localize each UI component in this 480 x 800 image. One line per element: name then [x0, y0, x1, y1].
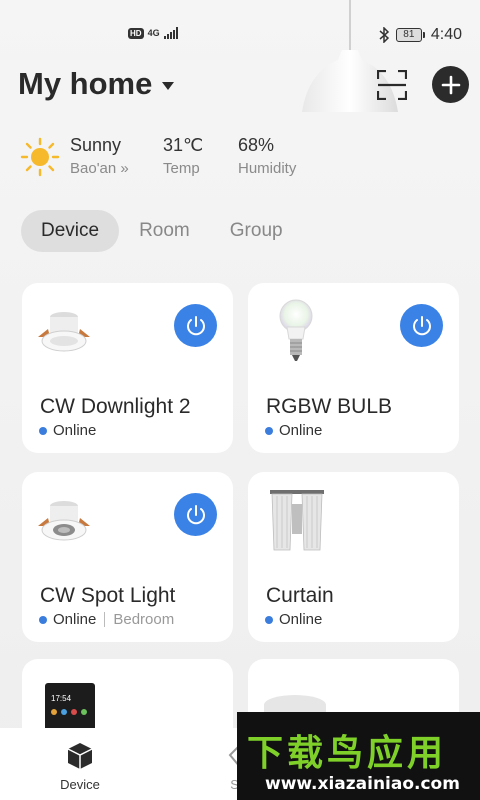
- power-button[interactable]: [174, 493, 217, 536]
- panel-time: 17:54: [51, 694, 72, 703]
- status-right: 81 4:40: [378, 26, 462, 44]
- device-card-cw-spot-light[interactable]: CW Spot Light Online Bedroom: [22, 472, 233, 642]
- device-status: Online Bedroom: [39, 611, 174, 628]
- tab-device[interactable]: Device: [21, 210, 120, 252]
- temperature-group: 31℃ Temp: [163, 135, 203, 177]
- status-bar: HD 4G 81 4:40: [0, 0, 480, 70]
- watermark-banner: 下载鸟应用 www.xiazainiao.com: [237, 712, 480, 800]
- nav-device-label: Device: [60, 777, 100, 792]
- device-name: Curtain: [266, 584, 334, 607]
- device-card-curtain[interactable]: Curtain Online: [248, 472, 459, 642]
- sun-icon: [20, 137, 60, 177]
- temperature-label: Temp: [163, 160, 200, 177]
- online-dot: [265, 615, 273, 624]
- online-dot: [265, 426, 273, 435]
- clock: 4:40: [430, 26, 462, 43]
- spotlight-icon: [38, 501, 90, 541]
- scan-icon[interactable]: [377, 70, 407, 100]
- device-status: Online: [39, 422, 96, 439]
- status-label: Online: [53, 611, 97, 628]
- device-name: RGBW BULB: [266, 395, 393, 418]
- humidity-group: 68% Humidity: [238, 135, 296, 177]
- room-label: Bedroom: [113, 611, 175, 628]
- curtain-icon: [270, 490, 324, 551]
- nav-device[interactable]: Device: [40, 742, 120, 792]
- temperature-value: 31℃: [163, 135, 204, 155]
- status-left: HD 4G: [128, 27, 178, 39]
- plus-icon: [441, 75, 460, 94]
- power-icon: [412, 315, 431, 335]
- humidity-label: Humidity: [238, 160, 297, 177]
- online-dot: [39, 615, 47, 624]
- status-label: Online: [53, 422, 97, 439]
- network-label: 4G: [147, 27, 160, 38]
- weather-condition: Sunny: [70, 135, 122, 155]
- status-label: Online: [279, 422, 323, 439]
- device-name: CW Spot Light: [40, 584, 176, 607]
- device-name: CW Downlight 2: [40, 395, 191, 418]
- device-status: Online: [265, 611, 322, 628]
- bluetooth-icon: [379, 27, 389, 43]
- humidity-value: 68%: [238, 135, 275, 155]
- caret-down-icon: [162, 81, 175, 90]
- view-tabs: Device Room Group: [21, 210, 303, 252]
- device-card-cw-downlight[interactable]: CW Downlight 2 Online: [22, 283, 233, 453]
- divider: [104, 612, 106, 627]
- device-card-rgbw-bulb[interactable]: RGBW BULB Online: [248, 283, 459, 453]
- tab-room[interactable]: Room: [119, 210, 210, 252]
- downlight-icon: [38, 312, 90, 352]
- tab-group[interactable]: Group: [210, 210, 303, 252]
- watermark-url: www.xiazainiao.com: [265, 774, 460, 794]
- weather-condition-group: Sunny Bao'an »: [70, 135, 129, 177]
- home-selector[interactable]: My home: [18, 66, 175, 102]
- battery-icon: 81: [395, 28, 425, 42]
- power-icon: [186, 315, 205, 335]
- power-icon: [186, 504, 205, 524]
- hd-badge: HD: [128, 27, 144, 39]
- watermark-title: 下载鸟应用: [247, 733, 448, 774]
- battery-level: 81: [395, 28, 422, 42]
- cube-icon: [67, 743, 93, 769]
- status-label: Online: [279, 611, 323, 628]
- weather-widget[interactable]: Sunny Bao'an » 31℃ Temp 68% Humidity: [20, 135, 320, 180]
- bulb-icon: [279, 299, 313, 361]
- lamp-cord-decoration: [349, 0, 351, 52]
- device-status: Online: [265, 422, 322, 439]
- panel-icon: 17:54: [45, 683, 95, 733]
- weather-location[interactable]: Bao'an »: [70, 160, 129, 177]
- power-button[interactable]: [174, 304, 217, 347]
- signal-icon: [163, 27, 178, 39]
- page-title: My home: [18, 66, 153, 101]
- online-dot: [39, 426, 47, 435]
- power-button[interactable]: [400, 304, 443, 347]
- add-device-button[interactable]: [432, 66, 469, 103]
